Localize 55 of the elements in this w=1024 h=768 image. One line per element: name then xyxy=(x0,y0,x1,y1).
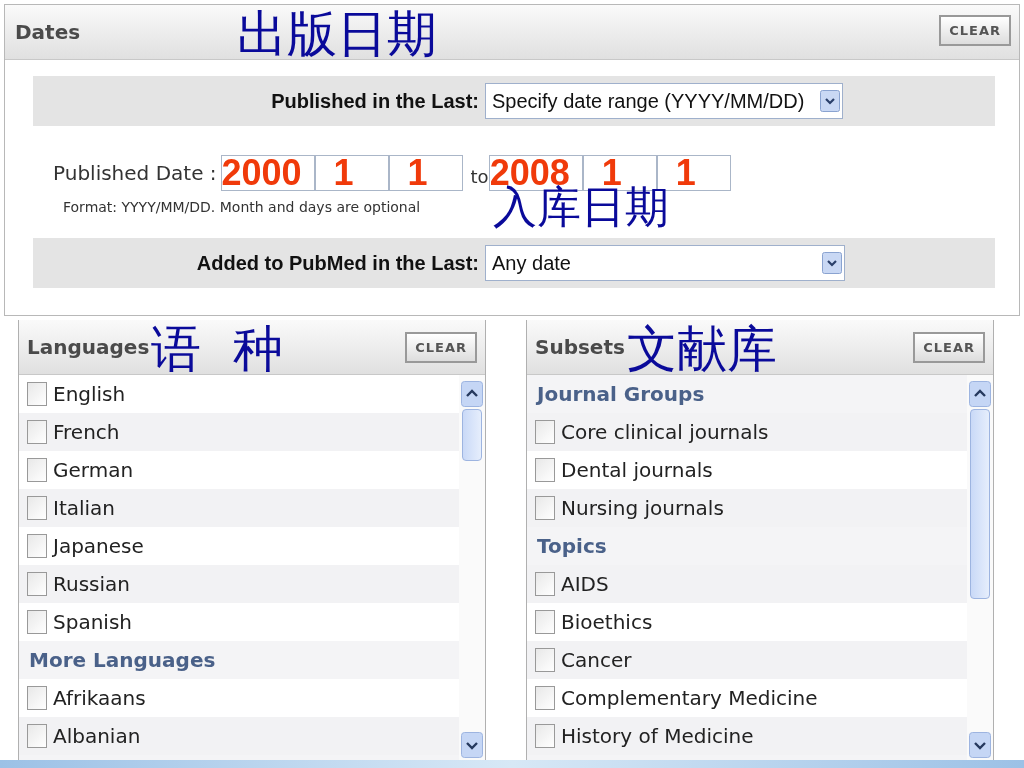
date-input-field[interactable]: 1 xyxy=(388,155,463,191)
checkbox[interactable] xyxy=(27,610,47,634)
annotation-text: 出版日期 xyxy=(237,9,437,59)
checkbox[interactable] xyxy=(27,686,47,710)
checkbox[interactable] xyxy=(535,572,555,596)
list-item[interactable]: English xyxy=(19,375,459,413)
checkbox[interactable] xyxy=(535,458,555,482)
list-item[interactable]: German xyxy=(19,451,459,489)
list-item[interactable]: Spanish xyxy=(19,603,459,641)
panel-title: Dates xyxy=(15,20,81,44)
field-label: Published in the Last: xyxy=(270,89,480,113)
checkbox[interactable] xyxy=(535,648,555,672)
clear-button[interactable]: CLEAR xyxy=(913,331,985,363)
annotation-text: 文献库 xyxy=(626,324,777,374)
list-item[interactable]: Bioethics xyxy=(527,603,967,641)
checkbox[interactable] xyxy=(27,534,47,558)
format-hint: Format: YYYY/MM/DD. Month and days are optional xyxy=(63,199,422,215)
panel-title: Subsets xyxy=(535,335,625,359)
list-item[interactable]: Dental journals xyxy=(527,451,967,489)
clear-button[interactable]: CLEAR xyxy=(939,14,1011,46)
date-input-field[interactable]: 2000 xyxy=(220,155,315,191)
scroll-up-icon[interactable] xyxy=(461,381,483,407)
checkbox[interactable] xyxy=(27,572,47,596)
scroll-up-icon[interactable] xyxy=(969,381,991,407)
list-item[interactable]: Afrikaans xyxy=(19,679,459,717)
clear-button[interactable]: CLEAR xyxy=(405,331,477,363)
scroll-thumb[interactable] xyxy=(970,409,990,599)
field-label: Published Date : xyxy=(53,161,217,185)
date-input-field[interactable]: 1 xyxy=(314,155,389,191)
checkbox[interactable] xyxy=(535,610,555,634)
group-heading: More Languages xyxy=(28,647,217,674)
checkbox[interactable] xyxy=(27,724,47,748)
to-label: to xyxy=(470,165,489,187)
group-heading: Journal Groups xyxy=(535,381,706,408)
scroll-thumb[interactable] xyxy=(462,409,482,461)
list-item[interactable]: Complementary Medicine xyxy=(527,679,967,717)
checkbox[interactable] xyxy=(535,686,555,710)
checkbox[interactable] xyxy=(535,420,555,444)
group-heading: Topics xyxy=(536,533,608,560)
checkbox[interactable] xyxy=(27,496,47,520)
scroll-down-icon[interactable] xyxy=(969,732,991,758)
checkbox[interactable] xyxy=(535,496,555,520)
scrollbar[interactable] xyxy=(459,375,485,760)
checkbox[interactable] xyxy=(27,420,47,444)
annotation-text: 语 种 xyxy=(151,324,284,374)
checkbox[interactable] xyxy=(535,724,555,748)
published-dropdown[interactable]: Specify date range (YYYY/MM/DD) xyxy=(485,83,843,119)
scroll-down-icon[interactable] xyxy=(461,732,483,758)
scrollbar[interactable] xyxy=(967,375,993,760)
checkbox[interactable] xyxy=(27,382,47,406)
added-dropdown[interactable]: Any date xyxy=(485,245,845,281)
field-label: Added to PubMed in the Last: xyxy=(195,251,480,275)
checkbox[interactable] xyxy=(27,458,47,482)
list-item[interactable]: Japanese xyxy=(19,527,459,565)
panel-title: Languages xyxy=(27,335,150,359)
